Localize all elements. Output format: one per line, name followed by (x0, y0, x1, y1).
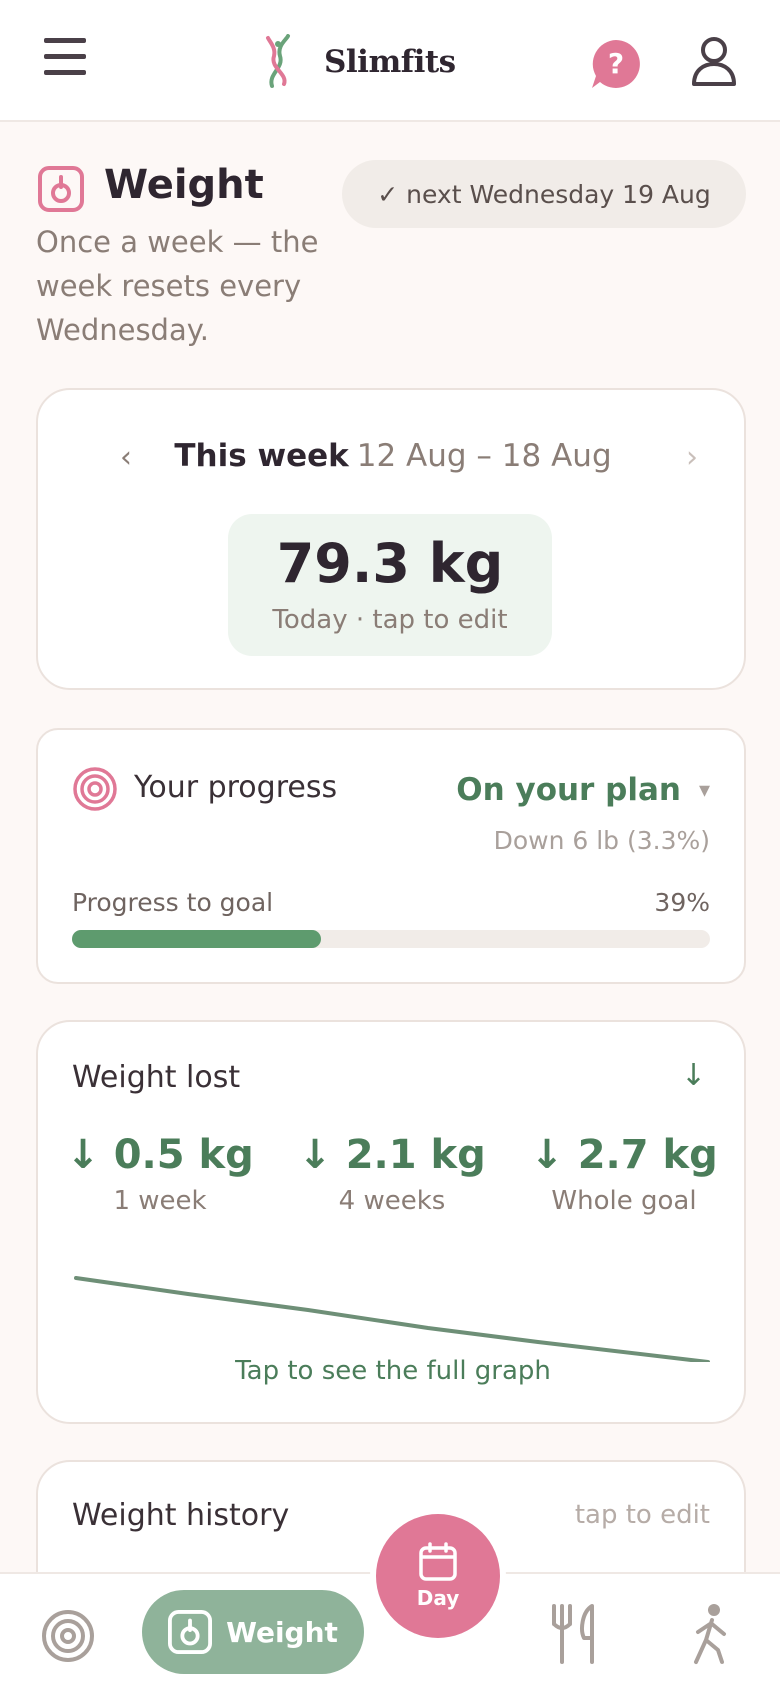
profile-icon[interactable] (690, 36, 738, 88)
menu-icon[interactable] (44, 38, 86, 80)
plan-status-label: On your plan (456, 772, 681, 808)
nav-day-circle: Day (376, 1514, 500, 1638)
goals-target-icon[interactable] (40, 1608, 96, 1664)
scale-icon (38, 166, 84, 212)
stat-value: ↓ 0.5 kg (66, 1132, 254, 1178)
target-icon (73, 767, 117, 811)
week-label-title: This week (174, 438, 349, 474)
page-subtitle: Once a week — the week resets every Wedn… (36, 225, 319, 347)
trend-line (74, 1276, 710, 1362)
stat-whole-goal: ↓ 2.7 kg Whole goal (514, 1132, 734, 1216)
stat-label: 4 weeks (338, 1186, 446, 1216)
next-weigh-in-pill[interactable]: ✓ next Wednesday 19 Aug (342, 160, 746, 228)
weight-lost-title: Weight lost (72, 1060, 241, 1095)
calendar-icon (419, 1542, 457, 1581)
nav-weight-label: Weight (226, 1615, 338, 1649)
nav-day-label: Day (416, 1586, 460, 1610)
next-week-button[interactable]: › (672, 440, 712, 475)
nav-weight-tab[interactable]: Weight (142, 1590, 364, 1674)
scale-icon (168, 1610, 213, 1654)
this-week-card: ‹ This week 12 Aug – 18 Aug › 79.3 kg Tod… (36, 388, 746, 690)
page-title: Weight (104, 162, 264, 208)
stat-value: ↓ 2.7 kg (530, 1132, 718, 1178)
plan-status-dropdown[interactable]: On your plan ▾ (456, 772, 710, 808)
weight-hint: Today · tap to edit (272, 605, 508, 635)
weight-lost-card[interactable]: Weight lost ↓ ↓ 0.5 kg 1 week ↓ 2.1 kg 4… (36, 1020, 746, 1424)
app-logo[interactable]: Slimfits (262, 34, 456, 90)
week-label: This week 12 Aug – 18 Aug (38, 438, 748, 474)
goal-progress-track (72, 930, 710, 948)
help-icon[interactable]: ? (590, 38, 642, 90)
svg-text:?: ? (608, 47, 624, 80)
goal-progress-label: Progress to goal (72, 888, 274, 917)
fork-knife-icon[interactable] (548, 1602, 602, 1666)
weight-down-summary: Down 6 lb (3.3%) (493, 826, 710, 855)
caret-down-icon: ▾ (698, 777, 710, 803)
nav-day-button[interactable]: Day (370, 1508, 506, 1644)
weight-lost-toggle-icon[interactable]: ↓ (681, 1058, 706, 1093)
app-header: Slimfits ? (0, 0, 780, 122)
weight-history-title: Weight history (72, 1498, 290, 1533)
stat-value: ↓ 2.1 kg (298, 1132, 486, 1178)
progress-title: Your progress (134, 770, 338, 805)
leaf-logo-icon (266, 34, 290, 88)
app-name: Slimfits (324, 44, 456, 80)
stat-label: 1 week (113, 1186, 207, 1216)
walking-person-icon[interactable] (684, 1602, 736, 1666)
weight-value: 79.3 kg (276, 532, 504, 595)
week-range: 12 Aug – 18 Aug (356, 438, 612, 474)
weight-trend-sparkline (74, 1276, 710, 1362)
weight-history-hint: tap to edit (574, 1500, 710, 1530)
goal-progress-fill (72, 930, 321, 948)
stat-1-week: ↓ 0.5 kg 1 week (50, 1132, 270, 1216)
stat-4-weeks: ↓ 2.1 kg 4 weeks (282, 1132, 502, 1216)
progress-card: Your progress On your plan ▾ Down 6 lb (… (36, 728, 746, 984)
full-graph-link[interactable]: Tap to see the full graph (38, 1356, 748, 1386)
weight-entry-box[interactable]: 79.3 kg Today · tap to edit (228, 514, 552, 656)
stat-label: Whole goal (551, 1186, 697, 1216)
goal-progress-percent: 39% (654, 888, 710, 917)
